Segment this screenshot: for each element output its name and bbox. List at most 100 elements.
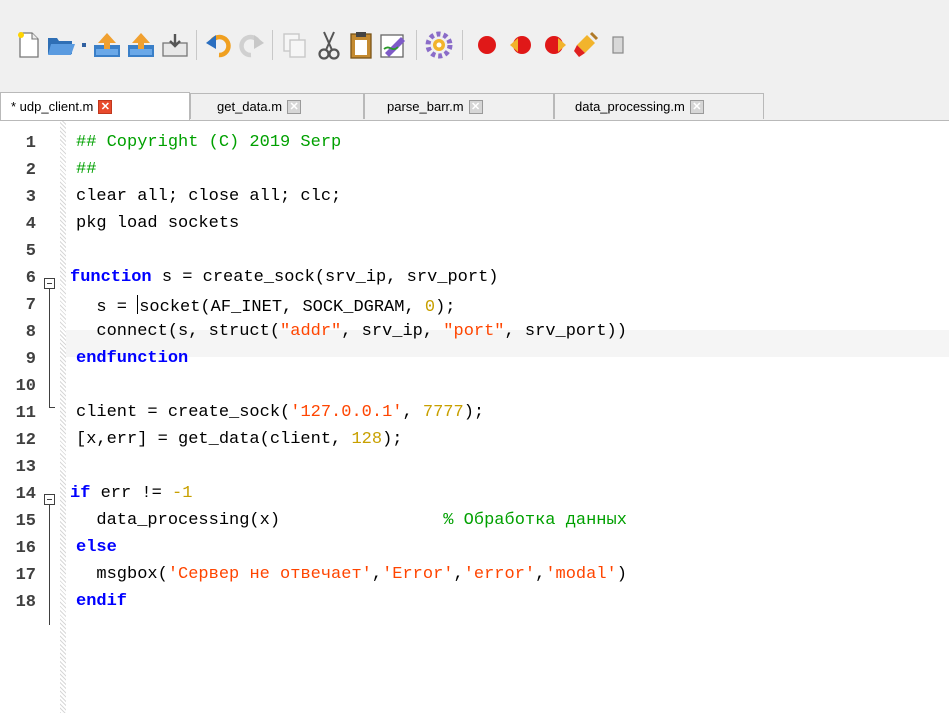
tab-udp-client[interactable]: * udp_client.m ✕ [0,92,190,120]
line-number: 14 [15,485,36,504]
save-icon[interactable] [160,30,190,60]
toolbar-top-strip [0,0,949,6]
line-number: 11 [15,404,36,423]
number-literal: 128 [351,430,383,449]
cut-icon[interactable] [314,30,344,60]
code-text: , [402,403,423,422]
line-number: 9 [25,350,36,369]
code-text: connect(s, struct( [76,322,281,341]
toolbar [0,0,949,90]
line-number: 8 [25,323,36,342]
number-literal: -1 [172,484,193,503]
code-text: ) [616,565,627,584]
line-number: 5 [25,242,36,261]
code-line-2: ## [76,160,97,179]
close-icon[interactable]: ✕ [468,99,483,114]
code-text: s = [76,298,138,317]
code-text: err != [90,484,173,503]
code-line-6: function s = create_sock(srv_ip, srv_por… [70,268,498,287]
redo-icon[interactable] [236,30,266,60]
code-text: msgbox( [76,565,168,584]
code-editor[interactable]: 1 2 3 4 5 6 7 8 9 10 11 12 13 14 15 16 1… [0,121,949,713]
fold-line-end [49,407,55,408]
keyword: if [70,484,91,503]
close-icon[interactable]: ✕ [98,99,113,114]
code-line-1: ## Copyright (C) 2019 Serp [76,133,342,152]
keyword: function [70,268,152,287]
code-area[interactable]: ## Copyright (C) 2019 Serp ## clear all;… [70,121,949,713]
more-icon[interactable] [604,30,634,60]
line-number: 13 [15,458,36,477]
line-number: 6 [25,269,36,288]
line-number: 18 [15,593,36,612]
new-file-icon[interactable] [14,30,44,60]
code-text: , [453,565,464,584]
open-folder-icon[interactable] [46,30,76,60]
step-back-icon[interactable] [506,30,536,60]
toolbar-separator [462,30,463,60]
undo-icon[interactable] [204,30,234,60]
code-line-9: endfunction [76,349,189,368]
string-literal: 'Error' [382,565,454,584]
code-line-17: msgbox('Сервер не отвечает','Error','err… [76,565,627,584]
fold-line [49,505,50,625]
line-number: 10 [15,377,36,396]
toolbar-separator [196,30,197,60]
line-number: 1 [25,134,36,153]
line-number: 2 [25,161,36,180]
tab-parse-barr[interactable]: parse_barr.m ✕ [364,93,554,119]
line-number-gutter: 1 2 3 4 5 6 7 8 9 10 11 12 13 14 15 16 1… [0,121,66,713]
code-text: , [535,565,546,584]
code-text: client = create_sock( [76,403,291,422]
code-text: s = create_sock(srv_ip, srv_port) [151,268,499,287]
string-literal: "addr" [280,322,342,341]
edit-icon[interactable] [378,30,408,60]
code-text: [x,err] = get_data(client, [76,430,352,449]
toolbar-separator [272,30,273,60]
string-literal: "port" [443,322,505,341]
code-line-15: data_processing(x) % Обработка данных [76,511,627,530]
number-literal: 0 [424,298,436,317]
code-line-12: [x,err] = get_data(client, 128); [76,430,402,449]
code-line-7: s = socket(AF_INET, SOCK_DGRAM, 0); [76,295,455,317]
upload-icon-2[interactable] [126,30,156,60]
comment: % Обработка данных [443,511,627,530]
tab-data-processing[interactable]: data_processing.m ✕ [554,93,764,119]
close-icon[interactable]: ✕ [287,99,302,114]
fold-collapse-icon[interactable] [44,494,55,505]
fold-margin [60,121,66,713]
line-number: 15 [15,512,36,531]
run-gear-icon[interactable] [424,30,454,60]
line-number: 4 [25,215,36,234]
code-text: , [371,565,383,584]
code-text: ); [435,298,456,317]
fold-line [49,289,50,407]
string-literal: '127.0.0.1' [290,403,403,422]
line-number: 16 [15,539,36,558]
code-line-4: pkg load sockets [76,214,240,233]
step-forward-icon[interactable] [540,30,570,60]
code-line-18: endif [76,592,128,611]
tab-label: data_processing.m [575,99,685,114]
string-literal: 'modal' [545,565,617,584]
toolbar-separator [416,30,417,60]
code-line-8: connect(s, struct("addr", srv_ip, "port"… [76,322,627,341]
code-line-16: else [76,538,117,557]
code-text: ); [463,403,485,422]
upload-icon[interactable] [92,30,122,60]
tab-label: get_data.m [217,99,283,114]
close-icon[interactable]: ✕ [689,99,704,114]
tab-label: * udp_client.m [11,99,94,114]
separator-dot [82,43,86,47]
clear-icon[interactable] [572,30,602,60]
copy-icon[interactable] [280,30,310,60]
string-literal: 'error' [463,565,536,584]
fold-collapse-icon[interactable] [44,278,55,289]
breakpoint-icon[interactable] [472,30,502,60]
code-text: ); [382,430,403,449]
paste-icon[interactable] [346,30,376,60]
line-number: 3 [25,188,36,207]
code-text: , srv_port)) [504,322,627,341]
tab-get-data[interactable]: get_data.m ✕ [190,93,364,119]
